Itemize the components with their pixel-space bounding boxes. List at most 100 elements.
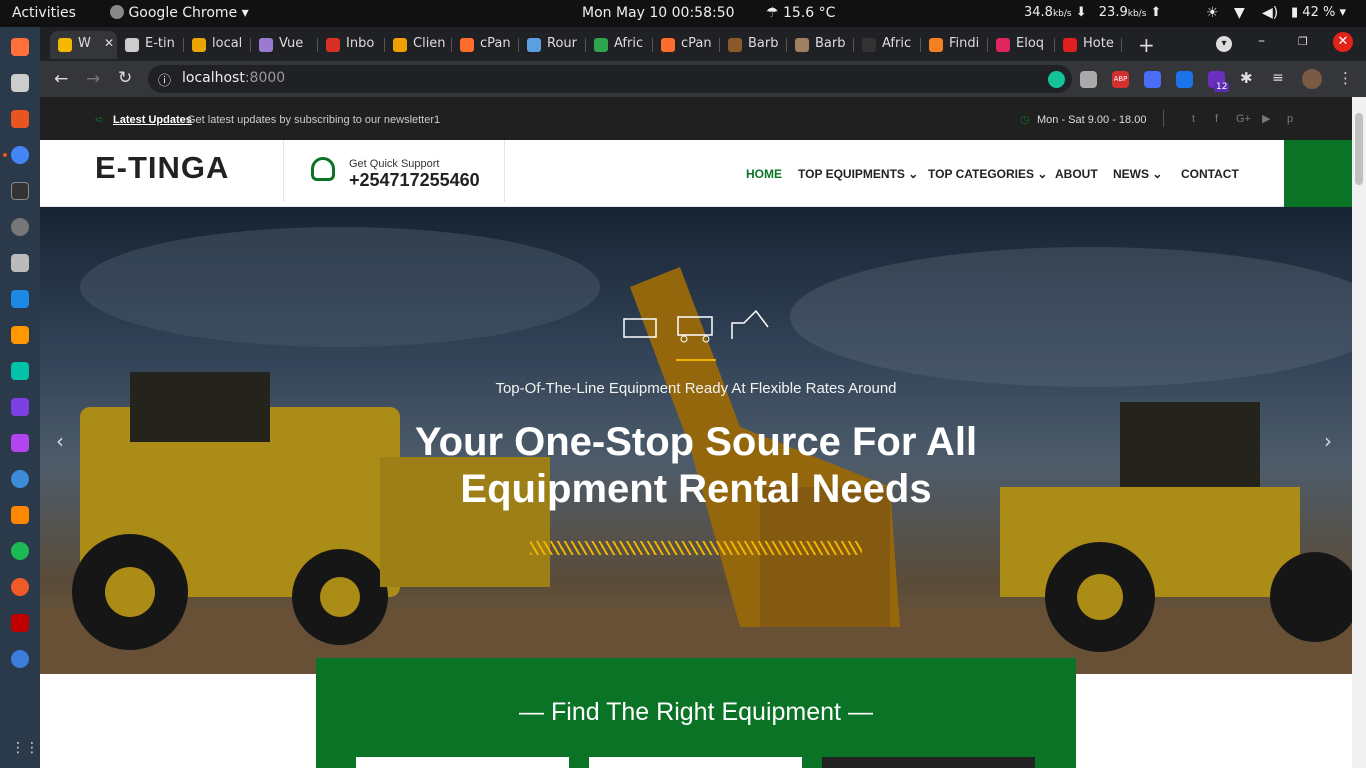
webstorm-icon[interactable] <box>11 362 29 380</box>
ps-icon[interactable] <box>11 434 29 452</box>
browser-tab[interactable]: Eloq <box>988 31 1055 59</box>
browser-tab[interactable]: W ✕ <box>50 31 117 59</box>
nav-news[interactable]: NEWS ⌄ <box>1113 167 1162 181</box>
spotify-icon[interactable] <box>11 542 29 560</box>
clock-icon: ◷ <box>1020 114 1030 126</box>
zoom-icon[interactable] <box>1144 71 1161 88</box>
new-tab-button[interactable]: + <box>1138 33 1155 57</box>
tab-title: Hote <box>1083 36 1114 51</box>
tab-search-icon[interactable]: ▾ <box>1216 36 1232 52</box>
chevron-down-icon: ⌄ <box>1152 167 1163 181</box>
equipment-icons <box>620 309 770 347</box>
nav-top-equipments[interactable]: TOP EQUIPMENTS ⌄ <box>798 167 918 181</box>
app-menu[interactable]: Google Chrome ▾ <box>110 5 249 21</box>
sublime-icon[interactable] <box>11 326 29 344</box>
site-topbar: ➪ Latest Updates Get latest updates by s… <box>40 97 1352 140</box>
grammarly-icon[interactable] <box>1048 71 1065 88</box>
app-icon[interactable] <box>11 254 29 272</box>
app-icon[interactable] <box>11 650 29 668</box>
site-logo[interactable]: E-TINGA <box>95 150 229 186</box>
prev-slide-arrow[interactable]: ‹ <box>56 429 64 453</box>
software-icon[interactable] <box>11 110 29 128</box>
facebook-icon[interactable]: f <box>1215 113 1218 125</box>
postman-icon[interactable] <box>11 578 29 596</box>
browser-tab[interactable]: Inbo <box>318 31 385 59</box>
nav-home[interactable]: HOME <box>746 167 782 181</box>
fi-icon[interactable] <box>1176 71 1193 88</box>
battery-indicator[interactable]: ▮ 42 % ▾ <box>1291 5 1346 20</box>
tab-strip: W ✕ E-tin local Vue Inbo Clien cPan Rour Afric cPa… <box>40 27 1366 61</box>
app-icon[interactable] <box>11 470 29 488</box>
profile-avatar[interactable] <box>1302 69 1322 89</box>
browser-tab[interactable]: local <box>184 31 251 59</box>
back-button[interactable]: ← <box>54 69 68 89</box>
twitter-icon[interactable]: t <box>1192 113 1195 125</box>
search-button[interactable] <box>822 757 1035 768</box>
divider <box>283 140 284 202</box>
browser-tab[interactable]: cPan <box>452 31 519 59</box>
omnibox[interactable]: ⓘ localhost:8000 ☆ <box>148 65 1072 93</box>
pinterest-icon[interactable]: p <box>1287 113 1293 125</box>
bookmark-icon[interactable] <box>1080 71 1097 88</box>
browser-tab[interactable]: Findi <box>921 31 988 59</box>
browser-tab[interactable]: Rour <box>519 31 586 59</box>
wifi-icon[interactable]: ▼ <box>1234 5 1245 21</box>
support-phone[interactable]: +254717255460 <box>349 170 480 191</box>
forward-button[interactable]: → <box>86 69 100 89</box>
volume-icon[interactable]: ◀) <box>1262 5 1278 21</box>
tab-title: Barb <box>815 36 846 51</box>
vscode-icon[interactable] <box>11 290 29 308</box>
browser-tab[interactable]: Afric <box>586 31 653 59</box>
maximize-button[interactable]: ❐ <box>1298 35 1308 48</box>
reload-button[interactable]: ↻ <box>118 68 132 88</box>
show-apps-icon[interactable]: ⋮⋮ <box>11 740 39 758</box>
headset-icon <box>311 157 335 181</box>
header-green-block[interactable] <box>1284 140 1352 207</box>
find-equipment-panel: — Find The Right Equipment — <box>316 658 1076 768</box>
playlist-icon[interactable]: ≡ <box>1272 70 1284 86</box>
files-icon[interactable] <box>11 74 29 92</box>
terminal-icon[interactable] <box>11 182 29 200</box>
minimize-button[interactable]: – <box>1258 33 1265 49</box>
abp-icon[interactable]: ABP <box>1112 71 1129 88</box>
tab-title: cPan <box>480 36 511 51</box>
browser-tab[interactable]: Barb <box>787 31 854 59</box>
browser-tab[interactable]: cPan <box>653 31 720 59</box>
url-text: localhost:8000 <box>182 70 286 86</box>
nav-about[interactable]: ABOUT <box>1055 167 1098 181</box>
browser-tab[interactable]: Vue <box>251 31 318 59</box>
next-slide-arrow[interactable]: › <box>1324 429 1332 453</box>
tab-close-icon[interactable]: ✕ <box>104 36 114 50</box>
activities-button[interactable]: Activities <box>12 5 76 21</box>
nav-top-categories[interactable]: TOP CATEGORIES ⌄ <box>928 167 1047 181</box>
category-select[interactable] <box>589 757 802 768</box>
filezilla-icon[interactable] <box>11 614 29 632</box>
tab-favicon <box>929 38 943 52</box>
browser-tab[interactable]: Hote <box>1055 31 1122 59</box>
vlc-icon[interactable] <box>11 506 29 524</box>
phpstorm-icon[interactable] <box>11 398 29 416</box>
close-window-button[interactable]: ✕ <box>1333 32 1353 52</box>
tab-title: local <box>212 36 243 51</box>
puzzle-icon[interactable]: ✱ <box>1240 69 1253 87</box>
browser-tab[interactable]: Clien <box>385 31 452 59</box>
google-plus-icon[interactable]: G+ <box>1236 113 1251 125</box>
tab-title: Afric <box>882 36 912 51</box>
nav-contact[interactable]: CONTACT <box>1181 167 1239 181</box>
latest-updates-link[interactable]: Latest Updates <box>113 114 192 126</box>
page-scrollbar[interactable] <box>1352 97 1366 768</box>
firefox-icon[interactable] <box>11 38 29 56</box>
browser-tab[interactable]: Barb <box>720 31 787 59</box>
brightness-icon[interactable]: ☀ <box>1206 5 1219 21</box>
equipment-select[interactable] <box>356 757 569 768</box>
weather[interactable]: ☂ 15.6 °C <box>766 5 835 21</box>
youtube-icon[interactable]: ▶ <box>1262 112 1270 125</box>
info-icon[interactable]: ⓘ <box>158 70 171 89</box>
menu-kebab-icon[interactable]: ⋮ <box>1338 69 1353 87</box>
scrollbar-thumb[interactable] <box>1355 113 1363 185</box>
settings-icon[interactable] <box>11 218 29 236</box>
browser-tab[interactable]: Afric <box>854 31 921 59</box>
browser-tab[interactable]: E-tin <box>117 31 184 59</box>
clock[interactable]: Mon May 10 00:58:50 <box>582 5 735 21</box>
chrome-dock-icon[interactable] <box>11 146 29 164</box>
